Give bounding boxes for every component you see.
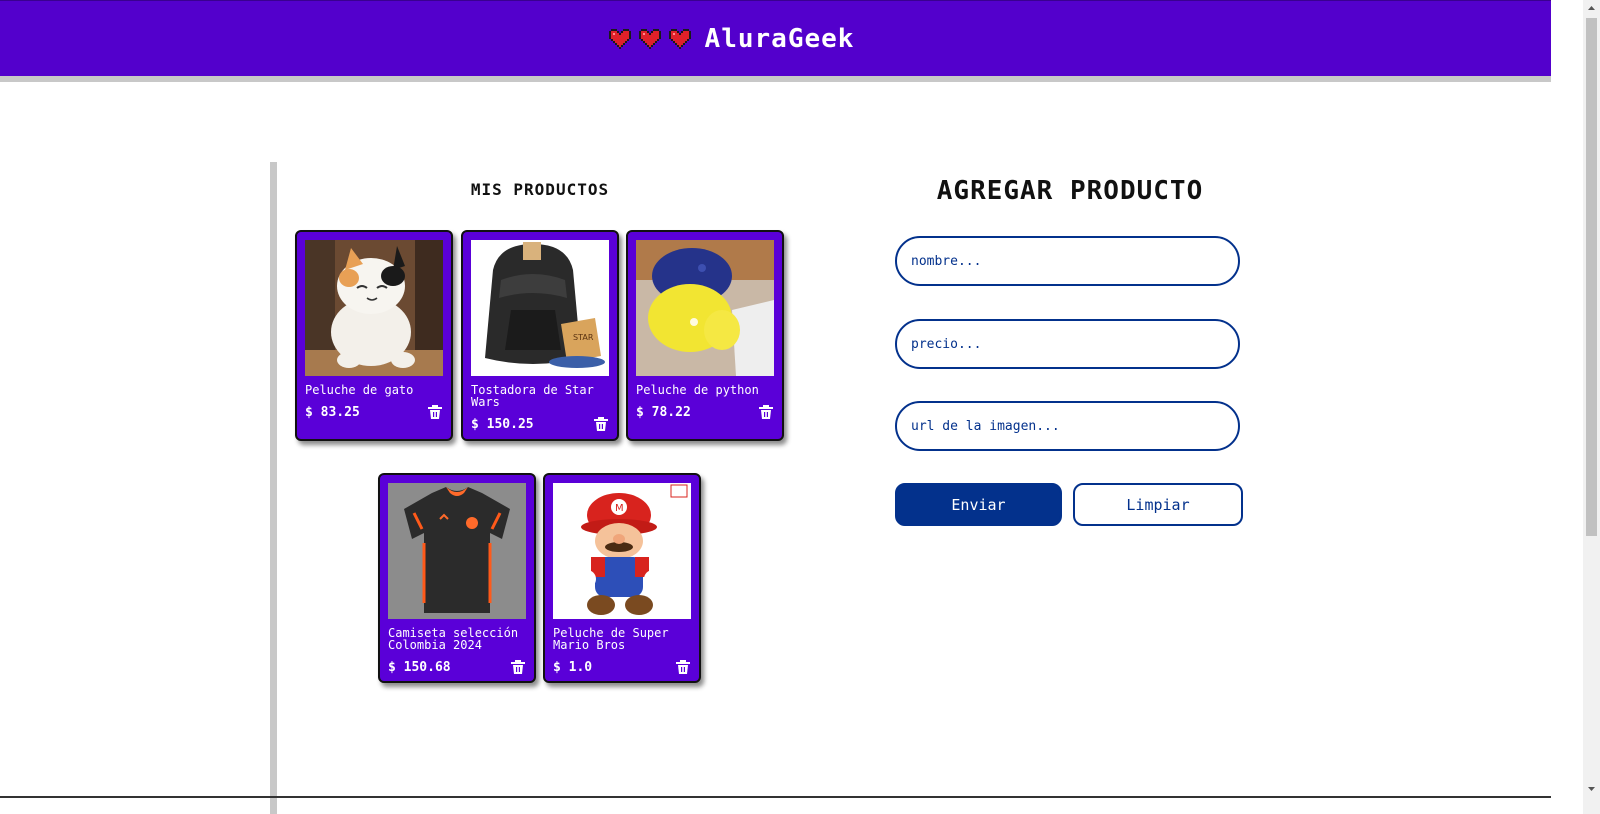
product-card: Peluche de gato $ 83.25 — [295, 230, 453, 441]
vertical-scrollbar[interactable] — [1583, 0, 1600, 814]
product-price: $ 150.25 — [471, 416, 534, 432]
colombia-jersey-image — [388, 483, 526, 619]
product-name: Peluche de python — [636, 383, 759, 397]
heart-icon — [608, 28, 631, 49]
site-header: AluraGeek — [0, 0, 1551, 82]
trash-icon[interactable] — [593, 416, 609, 432]
product-price: $ 83.25 — [305, 404, 360, 420]
bottom-divider — [0, 796, 1551, 798]
python-plush-image — [636, 240, 774, 376]
heart-icon — [668, 28, 691, 49]
product-name: Peluche de Super Mario Bros — [553, 626, 669, 652]
trash-icon[interactable] — [510, 659, 526, 675]
product-name: Peluche de gato — [305, 383, 414, 397]
trash-icon[interactable] — [758, 404, 774, 420]
image-url-input[interactable] — [895, 401, 1240, 451]
product-price: $ 78.22 — [636, 404, 691, 420]
price-input[interactable] — [895, 319, 1240, 369]
trash-icon[interactable] — [427, 404, 443, 420]
svg-text:M: M — [615, 503, 624, 514]
darth-vader-toaster-image: STAR — [471, 240, 609, 376]
product-card: Peluche de python $ 78.22 — [626, 230, 784, 441]
name-input[interactable] — [895, 236, 1240, 286]
brand-logo: AluraGeek — [607, 24, 855, 54]
product-card: STAR Tostadora de Star Wars $ 150.25 — [461, 230, 619, 441]
product-price: $ 1.0 — [553, 659, 593, 675]
send-button[interactable]: Enviar — [895, 483, 1062, 526]
product-card: Camiseta selección Colombia 2024 $ 150.6… — [378, 473, 536, 683]
scroll-down-icon[interactable] — [1587, 784, 1596, 793]
cat-plush-image — [305, 240, 443, 376]
product-name: Camiseta selección Colombia 2024 — [388, 626, 519, 652]
clear-button[interactable]: Limpiar — [1073, 483, 1243, 526]
form-title: AGREGAR PRODUCTO — [936, 176, 1204, 206]
svg-text:STAR: STAR — [573, 333, 594, 342]
mario-plush-image: M — [553, 483, 691, 619]
heart-icon — [638, 28, 661, 49]
product-price: $ 150.68 — [388, 659, 451, 675]
scroll-up-icon[interactable] — [1587, 4, 1596, 13]
products-title: MIS PRODUCTOS — [470, 180, 610, 199]
product-card: M Peluche de Super Mario Bros $ 1.0 — [543, 473, 701, 683]
product-name: Tostadora de Star Wars — [471, 383, 594, 409]
brand-title: AluraGeek — [704, 23, 855, 54]
trash-icon[interactable] — [675, 659, 691, 675]
scrollbar-thumb[interactable] — [1586, 18, 1597, 536]
